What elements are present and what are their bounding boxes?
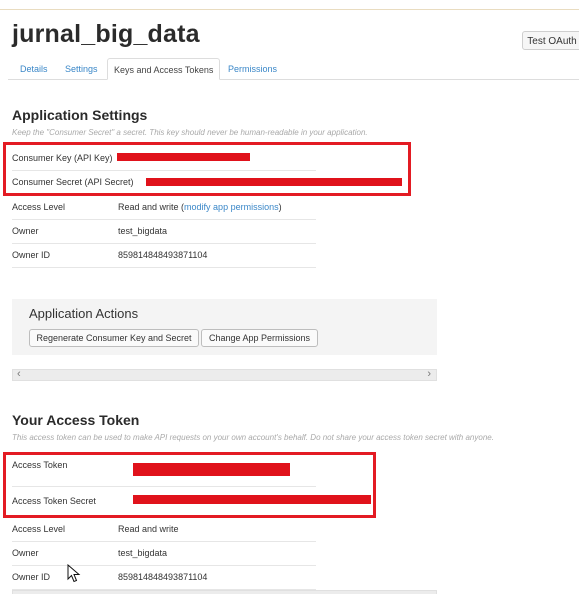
access-token-highlight-box — [3, 452, 376, 518]
owner-label: Owner — [12, 226, 39, 236]
token-owner-label: Owner — [12, 548, 39, 558]
consumer-keys-highlight-box — [3, 142, 411, 196]
owner-value: test_bigdata — [118, 226, 168, 236]
token-owner-id-label: Owner ID — [12, 572, 51, 582]
change-app-permissions-button[interactable]: Change App Permissions — [201, 329, 318, 347]
application-settings-hint: Keep the "Consumer Secret" a secret. Thi… — [12, 128, 368, 137]
horizontal-scrollbar[interactable]: ‹ › — [12, 368, 437, 381]
page-title: jurnal_big_data — [12, 20, 200, 48]
chevron-right-icon[interactable]: › — [427, 368, 431, 380]
access-level-value: Read and write (modify app permissions) — [118, 202, 282, 212]
token-access-level-label: Access Level — [12, 524, 66, 534]
token-access-level-row: Access Level Read and write — [12, 518, 316, 542]
access-token-title: Your Access Token — [12, 412, 140, 428]
access-level-text: Read and write — [118, 202, 179, 212]
access-token-hint: This access token can be used to make AP… — [12, 433, 494, 442]
owner-row: Owner test_bigdata — [12, 220, 316, 244]
token-owner-row: Owner test_bigdata — [12, 542, 316, 566]
application-settings-title: Application Settings — [12, 107, 148, 123]
tab-settings[interactable]: Settings — [65, 58, 98, 80]
top-divider — [0, 9, 579, 10]
owner-id-row: Owner ID 859814848493871104 — [12, 244, 316, 268]
token-access-level-value: Read and write — [118, 524, 179, 534]
application-actions-panel: Application Actions Regenerate Consumer … — [12, 299, 437, 355]
token-owner-id-value: 859814848493871104 — [118, 572, 208, 582]
chevron-left-icon[interactable]: ‹ — [17, 368, 21, 380]
owner-id-value: 859814848493871104 — [118, 250, 208, 260]
access-level-row: Access Level Read and write (modify app … — [12, 196, 316, 220]
tab-details[interactable]: Details — [20, 58, 48, 80]
tab-keys-and-access-tokens[interactable]: Keys and Access Tokens — [107, 58, 221, 80]
regenerate-consumer-key-button[interactable]: Regenerate Consumer Key and Secret — [29, 329, 199, 347]
owner-id-label: Owner ID — [12, 250, 51, 260]
tab-permissions[interactable]: Permissions — [228, 58, 277, 80]
mouse-cursor-icon — [67, 564, 81, 583]
token-owner-value: test_bigdata — [118, 548, 168, 558]
access-level-label: Access Level — [12, 202, 66, 212]
application-actions-title: Application Actions — [29, 306, 139, 321]
token-owner-id-row: Owner ID 859814848493871104 — [12, 566, 316, 590]
test-oauth-button[interactable]: Test OAuth — [522, 31, 579, 50]
modify-app-permissions-link[interactable]: modify app permissions — [184, 202, 279, 212]
bottom-horizontal-scrollbar[interactable] — [12, 590, 437, 594]
